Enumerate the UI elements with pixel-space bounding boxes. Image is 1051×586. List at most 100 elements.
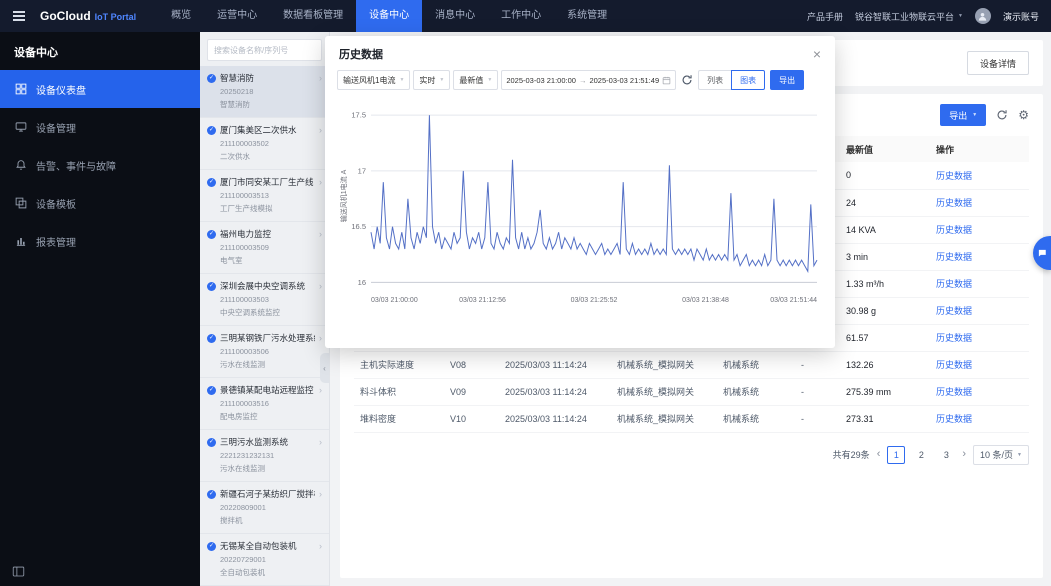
- device-item-header: ✓三明污水监测系统›: [207, 436, 322, 448]
- platform-select[interactable]: 锐谷智联工业物联云平台 ▼: [855, 10, 963, 23]
- device-name: 无锡某全自动包装机: [220, 540, 315, 552]
- device-list-item[interactable]: ✓厦门集美区二次供水›211100003502二次供水: [200, 118, 329, 170]
- sidebar-collapse-icon[interactable]: [12, 565, 25, 578]
- nav-item[interactable]: 概览: [158, 0, 204, 32]
- cell-name: 堆料密度: [354, 405, 444, 432]
- refresh-icon[interactable]: [681, 74, 693, 86]
- table-header-cell: 最新值: [840, 136, 930, 162]
- device-serial: 211100003502: [220, 139, 322, 148]
- pagination-page[interactable]: 1: [887, 446, 905, 464]
- metric-select-value: 输送风机1电流: [343, 75, 395, 86]
- chat-icon: [1037, 248, 1047, 258]
- device-list-item[interactable]: ✓厦门市同安某工厂生产线›211100003513工厂生产线模拟: [200, 170, 329, 222]
- device-list-item[interactable]: ✓深圳会展中央空调系统›211100003503中央空调系统监控: [200, 274, 329, 326]
- pagination-total: 共有29条: [833, 448, 870, 461]
- settings-icon[interactable]: ⚙: [1018, 109, 1029, 121]
- device-tag: 智慧消防: [220, 99, 322, 110]
- pagination-page[interactable]: 3: [937, 446, 955, 464]
- nav-item[interactable]: 消息中心: [422, 0, 488, 32]
- hamburger-icon[interactable]: [0, 0, 38, 32]
- device-serial: 211100003506: [220, 347, 322, 356]
- date-range-start: 2025-03-03 21:00:00: [506, 76, 576, 85]
- view-toggle-list[interactable]: 列表: [698, 70, 731, 90]
- dashboard-icon: [15, 83, 27, 95]
- cell-action: 历史数据: [930, 162, 1029, 189]
- product-manual-link[interactable]: 产品手册: [807, 10, 843, 23]
- sidebar-item[interactable]: 设备模板: [0, 184, 200, 222]
- history-data-link[interactable]: 历史数据: [936, 225, 972, 235]
- nav-item[interactable]: 设备中心: [356, 0, 422, 32]
- avatar[interactable]: [975, 8, 991, 24]
- history-data-link[interactable]: 历史数据: [936, 387, 972, 397]
- pagination-next[interactable]: ›: [962, 449, 966, 460]
- device-list-item[interactable]: ✓景德镇某配电站远程监控›211100003516配电房监控: [200, 378, 329, 430]
- history-data-link[interactable]: 历史数据: [936, 252, 972, 262]
- table-row: 主机实际速度V082025/03/03 11:14:24机械系统_模拟网关机械系…: [354, 351, 1029, 378]
- history-data-link[interactable]: 历史数据: [936, 279, 972, 289]
- device-list-item[interactable]: ✓三明污水监测系统›2221231232131污水在线监测: [200, 430, 329, 482]
- device-list-panel: ✓智慧消防›20250218智慧消防✓厦门集美区二次供水›21110000350…: [200, 32, 330, 586]
- device-list-item[interactable]: ✓福州电力监控›211100003509电气室: [200, 222, 329, 274]
- check-icon: ✓: [207, 178, 216, 187]
- history-data-link[interactable]: 历史数据: [936, 171, 972, 181]
- history-data-link[interactable]: 历史数据: [936, 414, 972, 424]
- modal-export-button[interactable]: 导出: [770, 70, 804, 90]
- chevron-right-icon: ›: [319, 230, 322, 239]
- device-list-item[interactable]: ✓无锡某全自动包装机›20220729001全自动包装机: [200, 534, 329, 586]
- device-list-item[interactable]: ✓智慧消防›20250218智慧消防: [200, 66, 329, 118]
- panel-collapse-handle[interactable]: ‹: [320, 353, 329, 383]
- check-icon: ✓: [207, 230, 216, 239]
- history-data-link[interactable]: 历史数据: [936, 333, 972, 343]
- device-name: 厦门市同安某工厂生产线: [220, 176, 315, 188]
- date-range-picker[interactable]: 2025-03-03 21:00:00 → 2025-03-03 21:51:4…: [501, 70, 676, 90]
- export-button[interactable]: 导出 ▼: [940, 104, 986, 126]
- sidebar-item[interactable]: 设备管理: [0, 108, 200, 146]
- pagination-page[interactable]: 2: [912, 446, 930, 464]
- alarm-icon: [15, 159, 27, 171]
- device-name: 新疆石河子某纺织厂搅拌机: [220, 488, 315, 500]
- check-icon: ✓: [207, 438, 216, 447]
- chevron-down-icon: ▼: [1017, 452, 1022, 458]
- pagination-prev[interactable]: ‹: [877, 449, 881, 460]
- table-row: 料斗体积V092025/03/03 11:14:24机械系统_模拟网关机械系统-…: [354, 378, 1029, 405]
- mode-select[interactable]: 实时 ▼: [413, 70, 450, 90]
- device-list-item[interactable]: ✓三明某钢铁厂污水处理系统›211100003506污水在线监测: [200, 326, 329, 378]
- view-toggle-chart[interactable]: 图表: [731, 70, 765, 90]
- device-tag: 全自动包装机: [220, 567, 322, 578]
- device-tag: 工厂生产线模拟: [220, 203, 322, 214]
- nav-item[interactable]: 系统管理: [554, 0, 620, 32]
- device-icon: [15, 121, 27, 133]
- sidebar-item-label: 设备仪表盘: [36, 82, 86, 97]
- modal-title: 历史数据: [339, 46, 383, 62]
- history-modal: 历史数据 × 输送风机1电流 ▼ 实时 ▼ 最新值 ▼ 2025-03-03 2…: [325, 36, 835, 348]
- close-icon[interactable]: ×: [813, 47, 821, 61]
- page-size-select[interactable]: 10 条/页▼: [973, 445, 1029, 465]
- history-data-link[interactable]: 历史数据: [936, 198, 972, 208]
- date-range-end: 2025-03-03 21:51:49: [589, 76, 659, 85]
- history-chart: 1616.51717.503/03 21:00:0003/03 21:12:56…: [325, 90, 835, 348]
- device-name: 三明污水监测系统: [220, 436, 315, 448]
- cell-unit: -: [795, 405, 840, 432]
- nav-item[interactable]: 工作中心: [488, 0, 554, 32]
- cell-latest: 273.31: [840, 405, 930, 432]
- device-tag: 电气室: [220, 255, 322, 266]
- sidebar-item[interactable]: 设备仪表盘: [0, 70, 200, 108]
- chevron-right-icon: ›: [319, 386, 322, 395]
- user-name[interactable]: 演示账号: [1003, 10, 1039, 23]
- sidebar-item[interactable]: 告警、事件与故障: [0, 146, 200, 184]
- device-detail-button[interactable]: 设备详情: [967, 51, 1029, 75]
- nav-item[interactable]: 数据看板管理: [270, 0, 356, 32]
- history-data-link[interactable]: 历史数据: [936, 306, 972, 316]
- history-data-link[interactable]: 历史数据: [936, 360, 972, 370]
- device-list-item[interactable]: ✓新疆石河子某纺织厂搅拌机›20220809001搅拌机: [200, 482, 329, 534]
- check-icon: ✓: [207, 282, 216, 291]
- refresh-icon[interactable]: [996, 109, 1008, 121]
- metric-select[interactable]: 输送风机1电流 ▼: [337, 70, 410, 90]
- nav-item[interactable]: 运营中心: [204, 0, 270, 32]
- chevron-down-icon: ▼: [399, 77, 404, 83]
- cell-system: 机械系统: [717, 351, 795, 378]
- chevron-right-icon: ›: [319, 282, 322, 291]
- sidebar-item[interactable]: 报表管理: [0, 222, 200, 260]
- aggregation-select[interactable]: 最新值 ▼: [453, 70, 498, 90]
- device-search-input[interactable]: [207, 39, 322, 61]
